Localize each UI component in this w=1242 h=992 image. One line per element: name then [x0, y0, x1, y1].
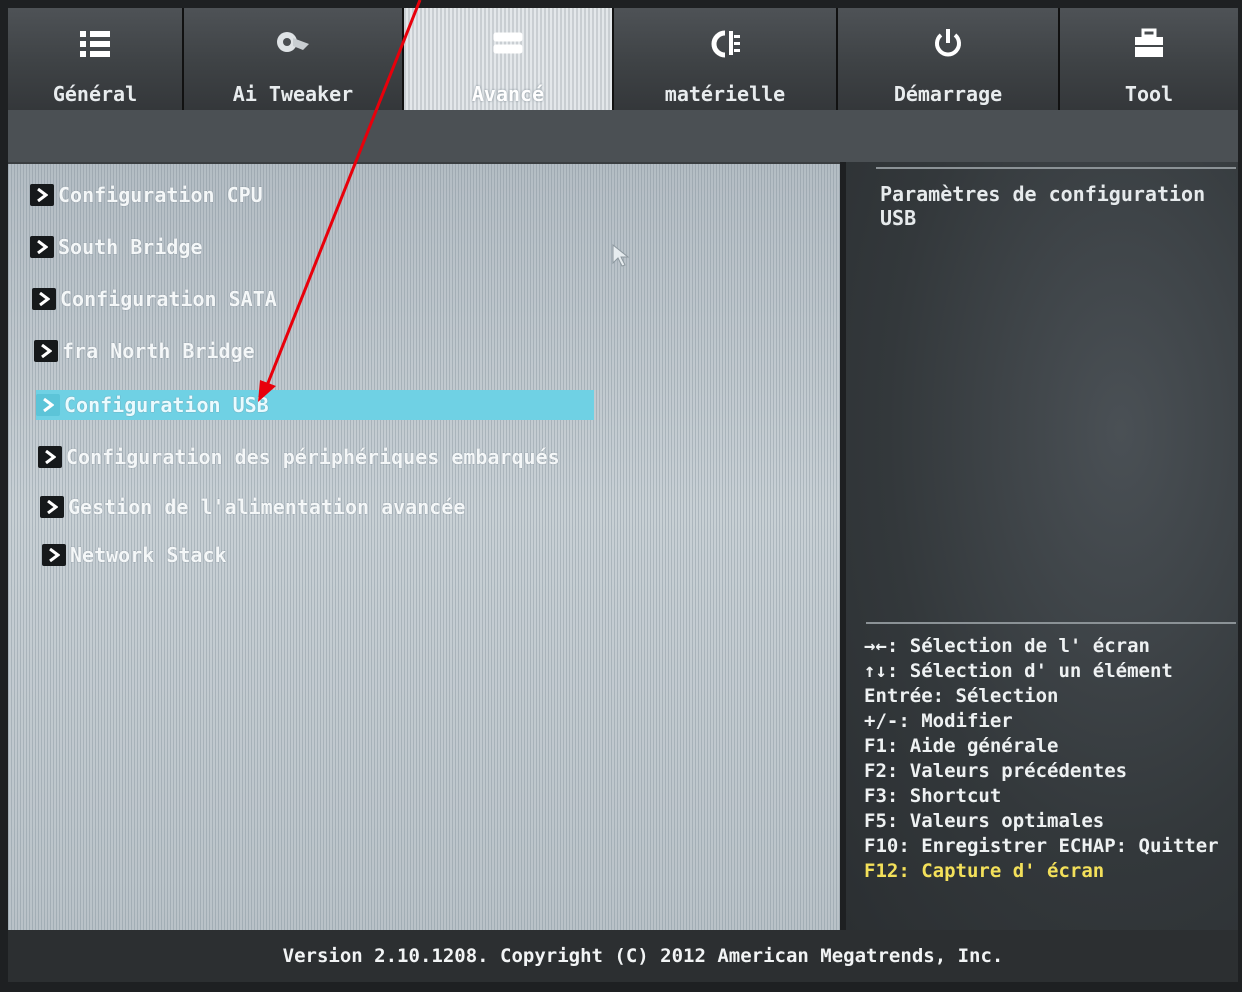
tab-label: Tool — [1124, 82, 1174, 106]
tab-advanced[interactable]: Avancé — [404, 8, 614, 110]
chevron-right-icon — [42, 544, 66, 566]
key-help-line: F2: Valeurs précédentes — [864, 760, 1128, 782]
chevron-right-icon — [30, 184, 54, 206]
tab-label: Avancé — [471, 82, 545, 106]
tab-general[interactable]: Général — [8, 8, 184, 110]
chevron-right-icon — [38, 446, 62, 468]
tab-label: matérielle — [664, 82, 786, 106]
menu-item-label: Configuration des périphériques embarqué… — [66, 445, 560, 469]
menu-item-usb[interactable]: Configuration USB — [36, 390, 594, 420]
key-help-line: Entrée: Sélection — [864, 685, 1059, 707]
key-help-line: F3: Shortcut — [864, 785, 1002, 807]
menu-item-north-bridge[interactable]: fra North Bridge — [34, 336, 255, 366]
menu-item-label: Configuration CPU — [58, 183, 263, 207]
chevron-right-icon — [40, 496, 64, 518]
chevron-right-icon — [30, 236, 54, 258]
toolbox-icon — [1131, 24, 1167, 64]
menu-item-power-management[interactable]: Gestion de l'alimentation avancée — [40, 492, 465, 522]
divider — [876, 167, 1236, 169]
tab-label: Démarrage — [893, 82, 1003, 106]
key-help-list: →←: Sélection de l' écran ↑↓: Sélection … — [864, 634, 1219, 884]
key-help-line: F10: Enregistrer ECHAP: Quitter — [864, 835, 1219, 857]
menu-item-label: Gestion de l'alimentation avancée — [68, 495, 466, 519]
chevron-right-icon — [32, 288, 56, 310]
key-help-line: F5: Valeurs optimales — [864, 810, 1105, 832]
key-help-line-screenshot: F12: Capture d' écran — [864, 860, 1105, 882]
item-description: Paramètres de configuration USB — [880, 182, 1206, 230]
monitor-icon — [707, 24, 743, 64]
tab-underbar — [8, 110, 1238, 162]
footer-bar: Version 2.10.1208. Copyright (C) 2012 Am… — [8, 930, 1238, 982]
menu-item-onboard-devices[interactable]: Configuration des périphériques embarqué… — [38, 442, 560, 472]
key-help-line: →←: Sélection de l' écran — [864, 635, 1150, 657]
menu-item-label: Configuration SATA — [60, 287, 277, 311]
list-icon — [78, 24, 112, 64]
menu-item-sata[interactable]: Configuration SATA — [32, 284, 277, 314]
tab-label: Général — [52, 82, 138, 106]
key-help-line: ↑↓: Sélection d' un élément — [864, 660, 1173, 682]
mouse-pointer-icon — [612, 243, 630, 272]
power-icon — [931, 24, 965, 64]
menu-item-network-stack[interactable]: Network Stack — [42, 540, 227, 570]
version-copyright: Version 2.10.1208. Copyright (C) 2012 Am… — [282, 945, 1004, 967]
menu-item-label: Configuration USB — [64, 393, 269, 417]
advanced-menu-panel: Configuration CPU South Bridge Configura… — [8, 162, 840, 932]
tab-ai-tweaker[interactable]: Ai Tweaker — [184, 8, 404, 110]
menu-item-label: South Bridge — [58, 235, 203, 259]
tab-materielle[interactable]: matérielle — [614, 8, 838, 110]
divider — [866, 622, 1236, 624]
menu-item-label: Network Stack — [70, 543, 227, 567]
tab-label: Ai Tweaker — [232, 82, 354, 106]
tweaker-icon — [273, 24, 313, 64]
key-help-line: +/-: Modifier — [864, 710, 1013, 732]
advanced-icon — [488, 24, 528, 64]
chevron-right-icon — [34, 340, 58, 362]
tab-tool[interactable]: Tool — [1060, 8, 1238, 110]
chevron-right-icon — [36, 394, 60, 416]
key-help-line: F1: Aide générale — [864, 735, 1059, 757]
help-panel: Paramètres de configuration USB →←: Séle… — [846, 162, 1238, 930]
tab-demarrage[interactable]: Démarrage — [838, 8, 1060, 110]
menu-item-south-bridge[interactable]: South Bridge — [30, 232, 203, 262]
tab-bar: Général Ai Tweaker Avancé matérielle Dém… — [8, 8, 1238, 110]
menu-item-label: fra North Bridge — [62, 339, 255, 363]
menu-item-cpu[interactable]: Configuration CPU — [30, 180, 263, 210]
